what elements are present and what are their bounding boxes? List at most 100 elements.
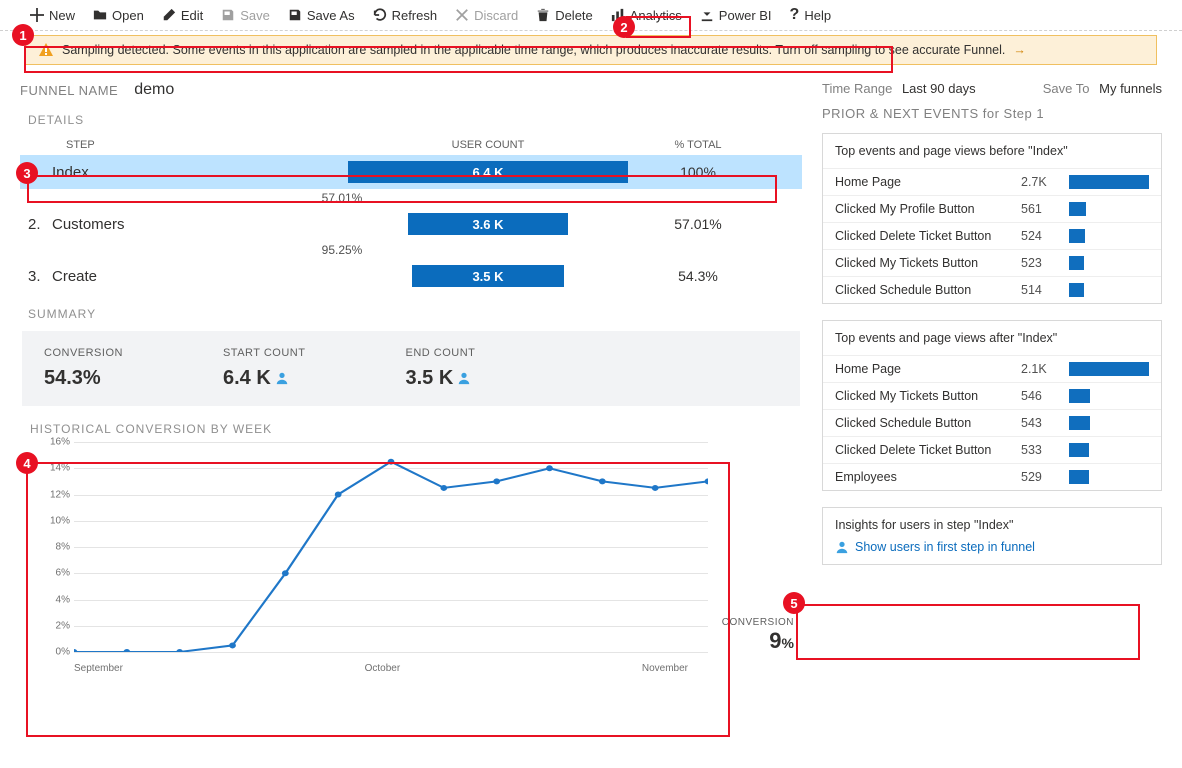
step-name: Index — [52, 164, 348, 181]
discard-button: Discard — [455, 8, 518, 23]
save-as-icon — [288, 8, 302, 22]
event-name: Clicked My Profile Button — [835, 202, 1021, 216]
conversion-badge-value: 9 — [769, 628, 781, 653]
warning-text: Sampling detected. Some events in this a… — [62, 43, 1005, 57]
funnel-step-row[interactable]: 3. Create 3.5 K 54.3% — [20, 259, 802, 293]
start-count-metric: START COUNT 6.4 K — [223, 347, 306, 390]
event-bar — [1069, 229, 1149, 243]
user-icon — [835, 540, 849, 554]
open-button[interactable]: Open — [93, 8, 144, 23]
y-tick: 4% — [56, 594, 70, 605]
funnel-step-row[interactable]: 2. Customers 3.6 K 57.01% — [20, 207, 802, 241]
event-row[interactable]: Clicked My Tickets Button 523 — [823, 249, 1161, 276]
steps-header: STEP USER COUNT % TOTAL — [20, 135, 802, 155]
event-bar — [1069, 283, 1149, 297]
event-name: Home Page — [835, 175, 1021, 189]
event-row[interactable]: Home Page 2.7K — [823, 168, 1161, 195]
x-tick: October — [365, 663, 401, 674]
annotation-5: 5 — [783, 592, 805, 614]
end-count-label: END COUNT — [405, 347, 475, 359]
event-count: 529 — [1021, 470, 1069, 484]
user-icon — [275, 371, 289, 385]
y-tick: 8% — [56, 542, 70, 553]
step-dropoff: 57.01% — [20, 191, 340, 205]
step-count-bar: 6.4 K — [348, 161, 628, 183]
event-count: 514 — [1021, 283, 1069, 297]
x-tick: November — [642, 663, 688, 674]
insights-title: Insights for users in step "Index" — [835, 518, 1149, 532]
refresh-button[interactable]: Refresh — [373, 8, 438, 23]
event-bar — [1069, 389, 1149, 403]
funnel-step-row[interactable]: 1. Index 6.4 K 100% — [20, 155, 802, 189]
details-heading: DETAILS — [28, 113, 802, 127]
funnel-name-value[interactable]: demo — [134, 81, 174, 99]
y-tick: 14% — [50, 463, 70, 474]
event-row[interactable]: Clicked Delete Ticket Button 524 — [823, 222, 1161, 249]
show-users-link[interactable]: Show users in first step in funnel — [835, 540, 1149, 554]
event-name: Clicked My Tickets Button — [835, 256, 1021, 270]
event-name: Clicked My Tickets Button — [835, 389, 1021, 403]
warning-arrow-icon[interactable]: → — [1013, 43, 1026, 57]
save-to-value[interactable]: My funnels — [1099, 81, 1162, 96]
close-icon — [455, 8, 469, 22]
conversion-label: CONVERSION — [44, 347, 123, 359]
powerbi-button[interactable]: Power BI — [700, 8, 772, 23]
event-row[interactable]: Clicked Delete Ticket Button 533 — [823, 436, 1161, 463]
toolbar: New Open Edit Save Save As Refresh Disca… — [0, 0, 1182, 31]
save-as-button[interactable]: Save As — [288, 8, 355, 23]
conversion-value: 54.3% — [44, 367, 123, 390]
y-tick: 2% — [56, 620, 70, 631]
warning-icon — [38, 42, 54, 58]
download-icon — [700, 8, 714, 22]
step-pct-total: 100% — [628, 164, 768, 180]
event-row[interactable]: Clicked Schedule Button 514 — [823, 276, 1161, 303]
annotation-1: 1 — [12, 24, 34, 46]
y-tick: 0% — [56, 647, 70, 658]
delete-button[interactable]: Delete — [536, 8, 593, 23]
question-icon: ? — [790, 6, 800, 24]
event-name: Home Page — [835, 362, 1021, 376]
insights-panel: Insights for users in step "Index" Show … — [822, 507, 1162, 565]
event-count: 546 — [1021, 389, 1069, 403]
edit-button[interactable]: Edit — [162, 8, 203, 23]
y-tick: 10% — [50, 515, 70, 526]
start-count-value: 6.4 K — [223, 367, 271, 389]
event-count: 561 — [1021, 202, 1069, 216]
event-count: 2.7K — [1021, 175, 1069, 189]
new-button[interactable]: New — [30, 8, 75, 23]
step-count-bar: 3.5 K — [412, 265, 564, 287]
step-number: 2. — [28, 216, 52, 233]
event-count: 2.1K — [1021, 362, 1069, 376]
x-tick: September — [74, 663, 123, 674]
event-row[interactable]: Clicked Schedule Button 543 — [823, 409, 1161, 436]
time-range-label: Time Range — [822, 81, 892, 96]
event-count: 543 — [1021, 416, 1069, 430]
annotation-2: 2 — [613, 16, 635, 38]
gridline — [74, 652, 708, 653]
event-row[interactable]: Clicked My Profile Button 561 — [823, 195, 1161, 222]
y-tick: 6% — [56, 568, 70, 579]
y-tick: 16% — [50, 437, 70, 448]
history-chart: 0%2%4%6%8%10%12%14%16% SeptemberOctoberN… — [24, 442, 798, 682]
event-bar — [1069, 443, 1149, 457]
col-step: STEP — [28, 139, 348, 151]
history-heading: HISTORICAL CONVERSION BY WEEK — [30, 422, 802, 436]
col-pct-total: % TOTAL — [628, 139, 768, 151]
help-button[interactable]: ?Help — [790, 6, 832, 24]
summary-box: CONVERSION 54.3% START COUNT 6.4 K END C… — [22, 331, 800, 406]
event-bar — [1069, 416, 1149, 430]
event-bar — [1069, 175, 1149, 189]
events-after-panel: Top events and page views after "Index" … — [822, 320, 1162, 491]
event-name: Clicked Delete Ticket Button — [835, 443, 1021, 457]
end-count-metric: END COUNT 3.5 K — [405, 347, 475, 390]
event-row[interactable]: Home Page 2.1K — [823, 355, 1161, 382]
event-bar — [1069, 256, 1149, 270]
event-bar — [1069, 470, 1149, 484]
event-row[interactable]: Employees 529 — [823, 463, 1161, 490]
step-name: Customers — [52, 216, 348, 233]
event-row[interactable]: Clicked My Tickets Button 546 — [823, 382, 1161, 409]
conversion-badge-unit: % — [782, 635, 794, 651]
folder-icon — [93, 8, 107, 22]
time-range-value[interactable]: Last 90 days — [902, 81, 976, 96]
event-name: Clicked Delete Ticket Button — [835, 229, 1021, 243]
